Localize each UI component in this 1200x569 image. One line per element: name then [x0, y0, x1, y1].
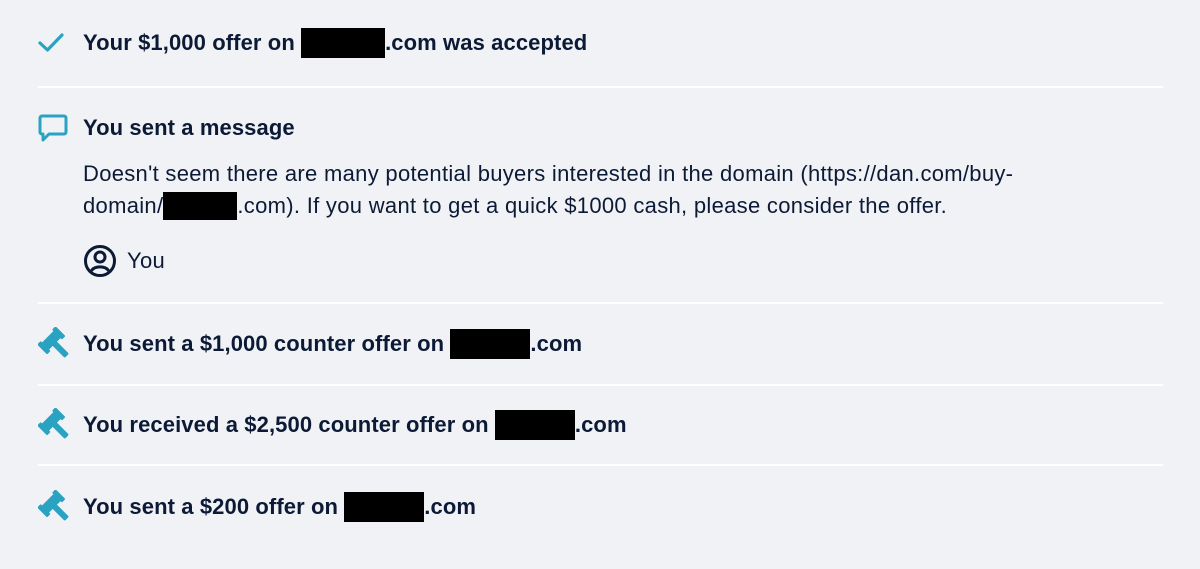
chat-bubble-icon [38, 113, 83, 143]
redacted-domain [494, 410, 575, 440]
event-title-prefix: You received a $2,500 counter offer on [83, 412, 489, 437]
redacted-domain [163, 192, 238, 220]
event-title-prefix: You sent a $1,000 counter offer on [83, 331, 445, 356]
event-title-prefix: You sent a $200 offer on [83, 494, 339, 519]
event-title-suffix: .com [424, 494, 477, 519]
redacted-domain [301, 28, 386, 58]
event-counter-offer-sent: You sent a $1,000 counter offer on .com [38, 304, 1163, 386]
event-title-suffix: .com [530, 331, 583, 356]
activity-feed: Your $1,000 offer on .com was accepted Y… [38, 0, 1163, 548]
redacted-domain [450, 329, 531, 359]
event-title: You sent a $1,000 counter offer on .com [83, 329, 582, 359]
message-body: Doesn't seem there are many potential bu… [38, 158, 1163, 302]
event-offer-accepted: Your $1,000 offer on .com was accepted [38, 0, 1163, 88]
event-title-suffix: .com was accepted [385, 30, 588, 55]
check-icon [38, 33, 83, 53]
event-title-suffix: .com [574, 412, 627, 437]
message-line-1: Doesn't seem there are many potential bu… [83, 161, 1014, 186]
event-title: You sent a $200 offer on .com [83, 492, 476, 522]
message-author: You [83, 244, 1163, 302]
event-header: You sent a message [38, 88, 1163, 168]
message-line-2-suffix: .com). If you want to get a quick $1000 … [237, 193, 948, 218]
event-title: Your $1,000 offer on .com was accepted [83, 28, 587, 58]
gavel-icon [38, 327, 83, 361]
event-title: You sent a message [83, 115, 295, 140]
event-title-prefix: Your $1,000 offer on [83, 30, 295, 55]
event-title: You received a $2,500 counter offer on .… [83, 410, 627, 440]
message-line-2-prefix: domain/ [83, 193, 164, 218]
message-line-2: domain/ .com). If you want to get a quick… [83, 190, 1163, 222]
redacted-domain [344, 492, 425, 522]
event-offer-sent: You sent a $200 offer on .com [38, 466, 1163, 548]
event-message: You sent a message Doesn't seem there ar… [38, 88, 1163, 304]
event-header: You sent a $200 offer on .com [38, 466, 1163, 548]
event-header: Your $1,000 offer on .com was accepted [38, 0, 1163, 86]
user-avatar-icon [83, 244, 117, 278]
gavel-icon [38, 490, 83, 524]
gavel-icon [38, 408, 83, 442]
event-header: You sent a $1,000 counter offer on .com [38, 304, 1163, 384]
event-counter-offer-received: You received a $2,500 counter offer on .… [38, 386, 1163, 466]
event-header: You received a $2,500 counter offer on .… [38, 386, 1163, 464]
author-name: You [127, 248, 166, 273]
